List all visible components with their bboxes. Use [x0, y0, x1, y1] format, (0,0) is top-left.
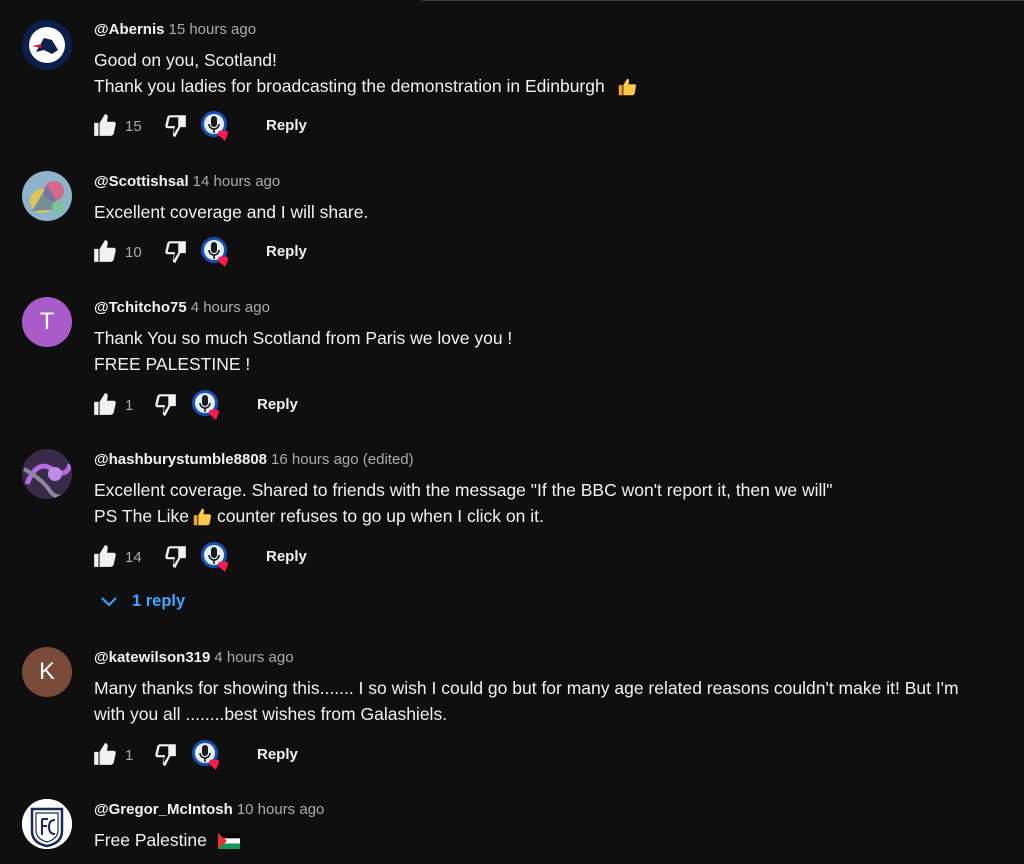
- comment-actions: 14 Reply: [92, 542, 392, 575]
- author-handle[interactable]: @katewilson319: [94, 649, 210, 666]
- comment-line-text: Thank you ladies for broadcasting the de…: [94, 76, 605, 96]
- timestamp[interactable]: 14 hours ago: [193, 173, 281, 190]
- comment-line: FREE PALESTINE !: [94, 354, 251, 374]
- comment-header: @Scottishsal 14 hours ago: [94, 173, 280, 190]
- reply-button[interactable]: Reply: [266, 117, 307, 134]
- replies-label: 1 reply: [132, 592, 186, 610]
- avatar-letter: T: [39, 308, 55, 335]
- timestamp[interactable]: 15 hours ago: [168, 21, 256, 38]
- comment-line: Good on you, Scotland!: [94, 50, 277, 70]
- comment-line: Thank You so much Scotland from Paris we…: [94, 328, 513, 348]
- author-handle[interactable]: @Abernis: [94, 21, 164, 38]
- reply-button[interactable]: Reply: [266, 548, 307, 565]
- avatar[interactable]: T: [22, 297, 72, 347]
- chevron-down-icon: [101, 596, 117, 607]
- comment-text: Thank You so much Scotland from Paris we…: [94, 325, 512, 377]
- avatar[interactable]: K: [22, 647, 72, 697]
- thumbs-up-icon[interactable]: [92, 741, 118, 767]
- thumbs-up-icon[interactable]: [92, 238, 118, 264]
- creator-heart-icon: [201, 542, 228, 572]
- comment-header: @katewilson319 4 hours ago: [94, 649, 294, 666]
- comment-line: with you all ........best wishes from Ga…: [94, 704, 448, 724]
- author-handle[interactable]: @Tchitcho75: [94, 299, 187, 316]
- comment-line-text: counter refuses to go up when I click on…: [217, 506, 544, 526]
- panel-border: [420, 0, 1024, 3]
- comment-actions: 15 Reply: [92, 111, 392, 144]
- thumbs-down-icon[interactable]: [162, 543, 188, 569]
- avatar-letter: K: [38, 658, 55, 685]
- view-replies-button[interactable]: 1 reply: [100, 592, 185, 611]
- avatar[interactable]: [22, 20, 72, 70]
- thumbs-down-icon[interactable]: [152, 741, 178, 767]
- creator-heart-icon: [192, 740, 219, 770]
- like-count: 14: [125, 549, 142, 566]
- like-count: 1: [125, 397, 134, 414]
- timestamp[interactable]: 10 hours ago: [237, 801, 325, 818]
- thumbs-down-icon[interactable]: [162, 112, 188, 138]
- thumbs-up-icon[interactable]: [92, 112, 118, 138]
- avatar[interactable]: [22, 171, 72, 221]
- thumbs-down-icon[interactable]: [152, 391, 178, 417]
- author-handle[interactable]: @Scottishsal: [94, 173, 189, 190]
- comment-header: @Gregor_McIntosh 10 hours ago: [94, 801, 324, 818]
- reply-button[interactable]: Reply: [257, 746, 298, 763]
- thumbs-up-icon[interactable]: [92, 391, 118, 417]
- like-count: 15: [125, 118, 142, 135]
- author-handle[interactable]: @Gregor_McIntosh: [94, 801, 233, 818]
- reply-button[interactable]: Reply: [266, 243, 307, 260]
- comment-text: Excellent coverage and I will share.: [94, 199, 368, 225]
- creator-heart-icon: [192, 390, 219, 420]
- comment-line: PS The Like counter refuses to go up whe…: [94, 503, 833, 529]
- avatar-image: [22, 171, 72, 221]
- comment-line: Thank you ladies for broadcasting the de…: [94, 73, 638, 99]
- thumbs-down-icon[interactable]: [162, 238, 188, 264]
- creator-heart-icon: [201, 237, 228, 267]
- comment-text: Free Palestine: [94, 827, 240, 853]
- avatar-image: [22, 20, 72, 70]
- timestamp[interactable]: 4 hours ago: [191, 299, 270, 316]
- comment-line: Many thanks for showing this....... I so…: [94, 678, 959, 698]
- reply-button[interactable]: Reply: [257, 396, 298, 413]
- comment-line: Excellent coverage and I will share.: [94, 202, 369, 222]
- timestamp[interactable]: 4 hours ago: [214, 649, 293, 666]
- palestine-flag-emoji: [217, 833, 240, 850]
- like-count: 10: [125, 244, 142, 261]
- comment-header: @hashburystumble8808 16 hours ago (edited…: [94, 451, 414, 468]
- timestamp[interactable]: 16 hours ago (edited): [271, 451, 414, 468]
- thumbs-up-icon[interactable]: [92, 543, 118, 569]
- comment-actions: 10 Reply: [92, 237, 392, 270]
- creator-heart-icon: [201, 111, 228, 141]
- comment-line-text: PS The Like: [94, 506, 190, 526]
- thumbs-up-emoji: [618, 79, 636, 96]
- comment-line: Free Palestine: [94, 827, 240, 853]
- author-handle[interactable]: @hashburystumble8808: [94, 451, 267, 468]
- comment-text: Good on you, Scotland! Thank you ladies …: [94, 47, 638, 99]
- comment-header: @Abernis 15 hours ago: [94, 21, 256, 38]
- thumbs-up-emoji: [193, 509, 212, 526]
- comment-actions: 1 Reply: [92, 740, 392, 773]
- comment-text: Excellent coverage. Shared to friends wi…: [94, 477, 833, 529]
- like-count: 1: [125, 747, 134, 764]
- comment-line-text: Free Palestine: [94, 830, 207, 850]
- avatar-image: [22, 449, 72, 499]
- avatar[interactable]: [22, 449, 72, 499]
- comment-header: @Tchitcho75 4 hours ago: [94, 299, 270, 316]
- avatar[interactable]: [22, 799, 72, 849]
- comment-line: Excellent coverage. Shared to friends wi…: [94, 480, 833, 500]
- avatar-image: [22, 799, 72, 849]
- comment-actions: 1 Reply: [92, 390, 392, 423]
- comment-text: Many thanks for showing this....... I so…: [94, 675, 959, 727]
